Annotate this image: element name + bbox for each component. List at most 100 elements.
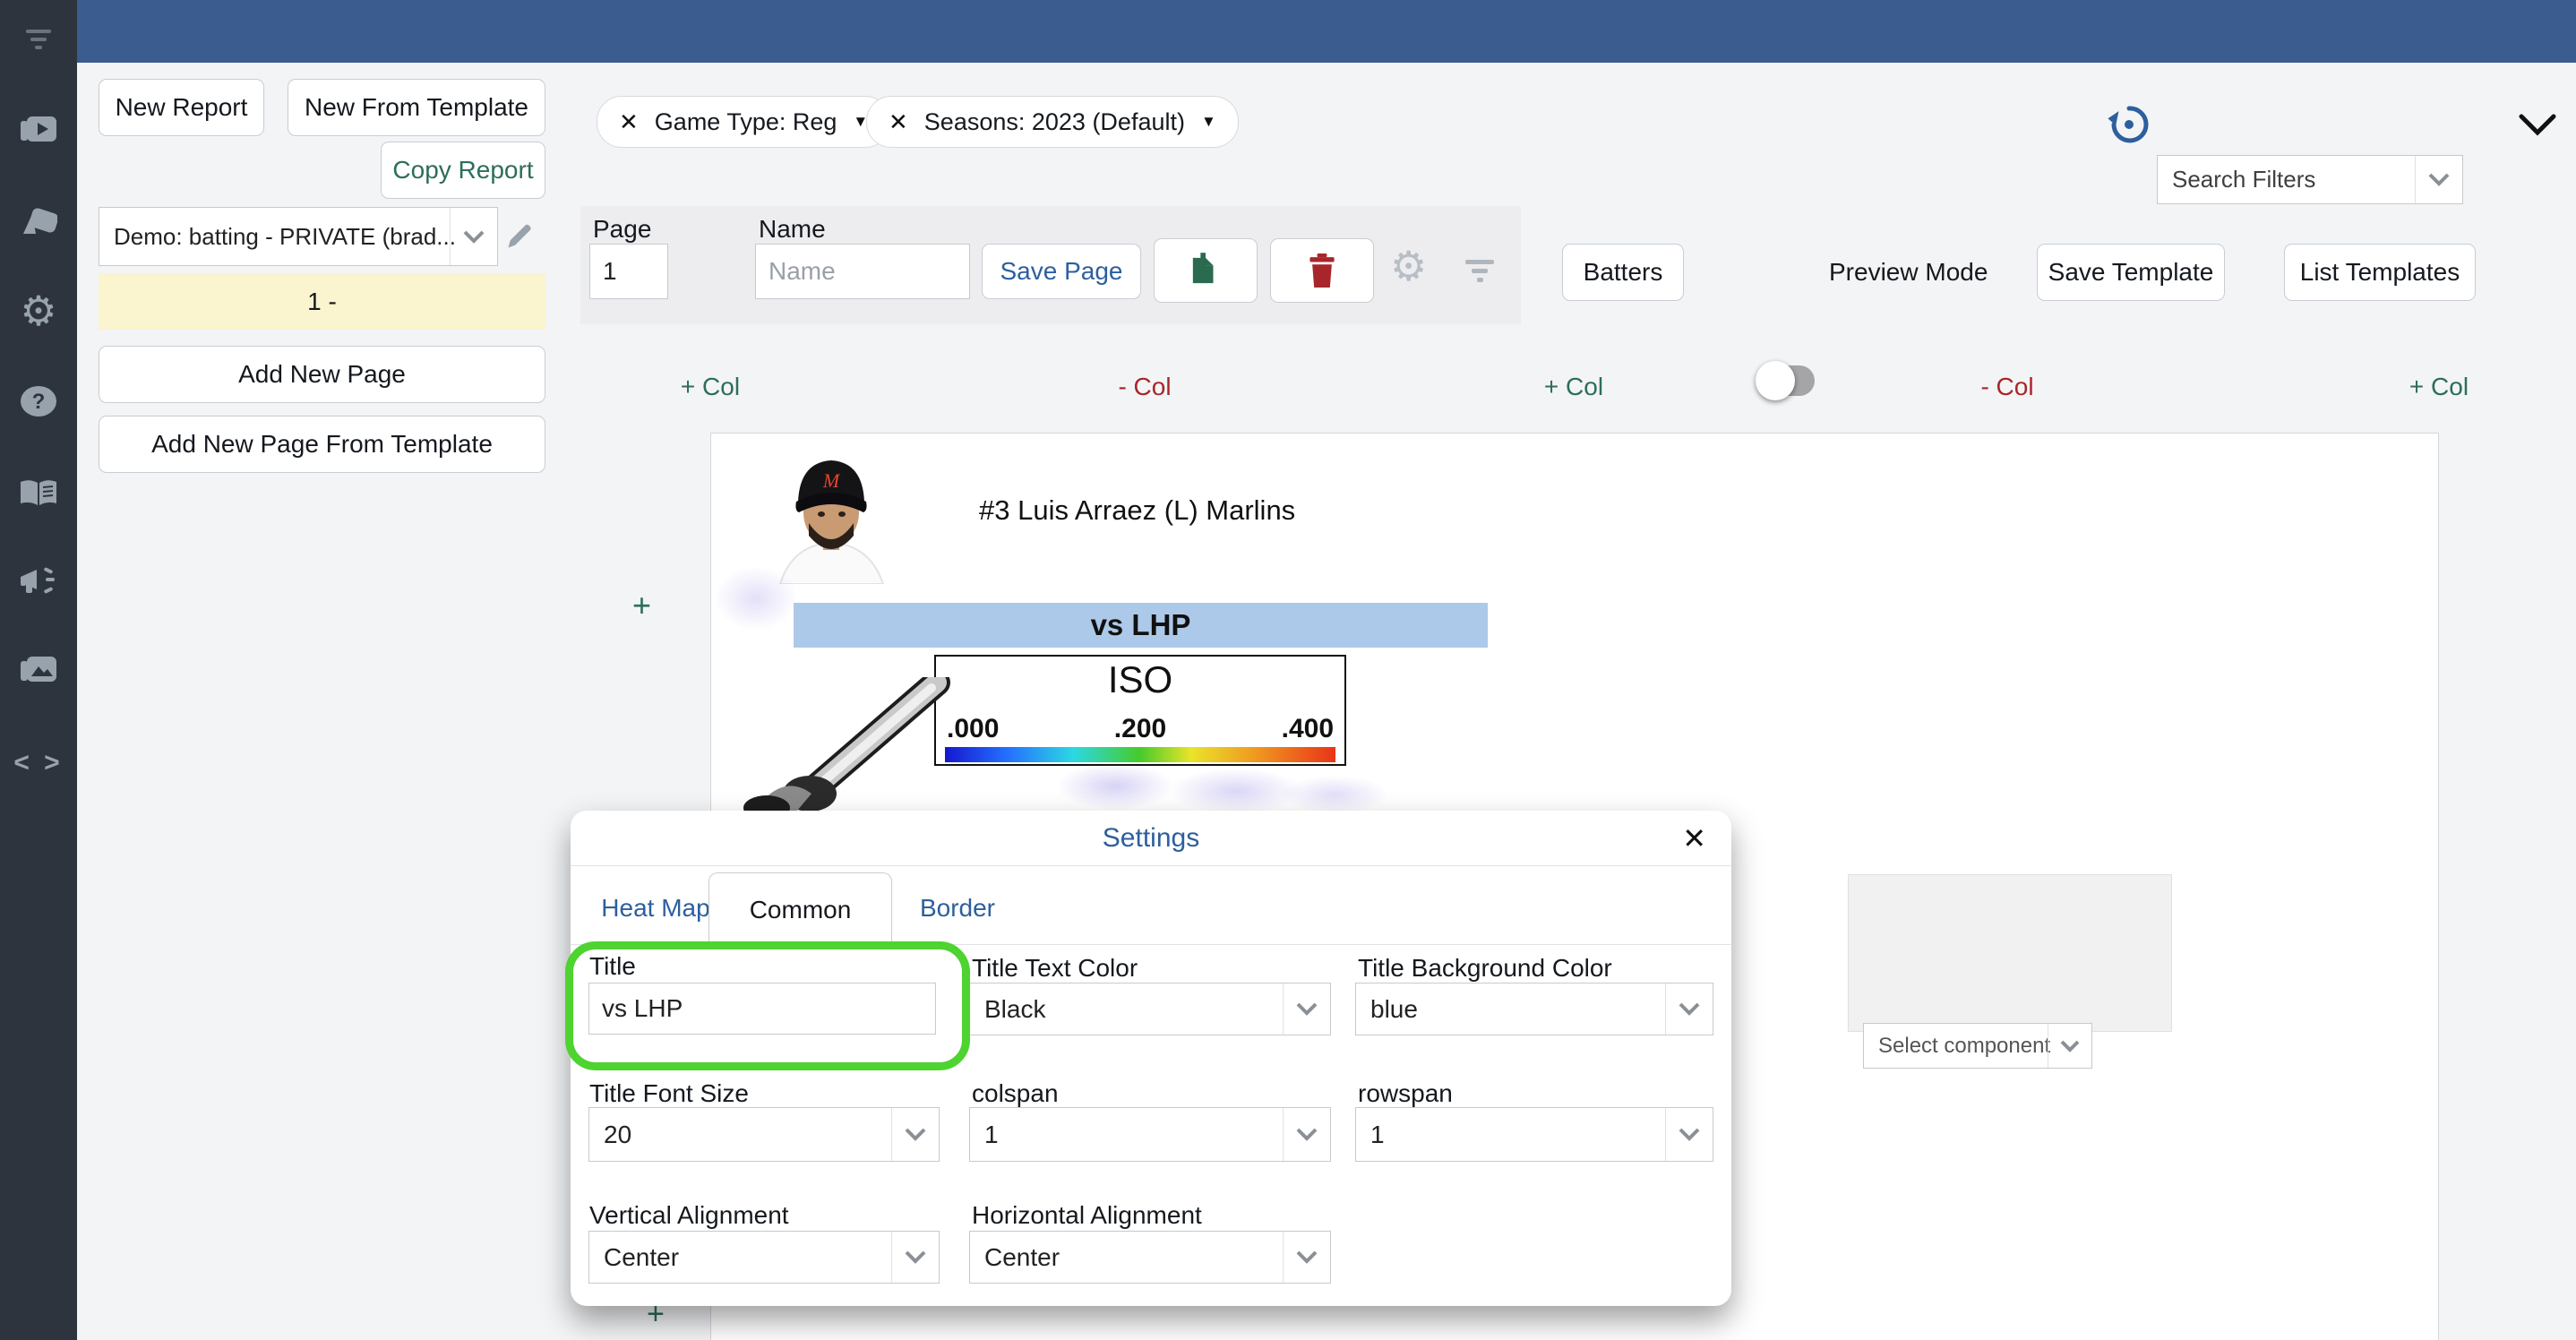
batter-illustration <box>711 677 955 811</box>
save-page-button[interactable]: Save Page <box>982 244 1141 299</box>
collapse-filters-chevron-icon[interactable] <box>2519 114 2556 142</box>
top-navigation-bar <box>77 0 2576 63</box>
page-number-input[interactable] <box>589 244 668 299</box>
select-component-dropdown[interactable]: Select component <box>1863 1023 2092 1069</box>
page-filter-icon[interactable] <box>1462 258 1498 289</box>
page-name-input[interactable] <box>755 244 970 299</box>
remove-filter-icon[interactable]: ✕ <box>889 108 908 136</box>
rowspan-label: rowspan <box>1358 1079 1453 1107</box>
filter-chip-game-type[interactable]: ✕ Game Type: Reg ▼ <box>597 96 891 148</box>
empty-component-cell <box>1848 874 2172 1032</box>
help-question-icon[interactable]: ? <box>0 373 77 430</box>
report-select[interactable]: Demo: batting - PRIVATE (brad... <box>99 207 498 266</box>
app-root: ⚙ ? < > New Report New From Template Cop… <box>0 0 2576 1340</box>
vertical-alignment-label: Vertical Alignment <box>589 1201 789 1229</box>
tab-border[interactable]: Border <box>890 872 1025 944</box>
trash-icon <box>1309 253 1335 288</box>
page-settings-gear-icon[interactable]: ⚙ <box>1390 242 1427 290</box>
svg-text:?: ? <box>32 390 46 414</box>
remove-col-button[interactable]: - Col <box>1953 373 2061 401</box>
heatmap-legend: ISO .000 .200 .400 <box>934 655 1346 766</box>
add-new-page-button[interactable]: Add New Page <box>99 346 545 403</box>
edit-report-pencil-icon[interactable] <box>504 219 537 256</box>
title-text-color-label: Title Text Color <box>972 954 1138 982</box>
title-bg-color-label: Title Background Color <box>1358 954 1612 982</box>
chevron-down-icon <box>450 208 497 265</box>
caret-down-icon: ▼ <box>1200 113 1216 130</box>
title-bg-color-select[interactable]: blue <box>1355 983 1713 1035</box>
rowspan-select[interactable]: 1 <box>1355 1107 1713 1162</box>
add-row-button[interactable]: + <box>632 587 651 624</box>
add-col-button[interactable]: + Col <box>1520 373 1627 401</box>
vertical-alignment-select[interactable]: Center <box>588 1231 940 1284</box>
svg-text:M: M <box>822 469 841 492</box>
title-text-color-value: Black <box>984 994 1046 1023</box>
new-report-button[interactable]: New Report <box>99 79 264 136</box>
title-input[interactable] <box>588 983 936 1035</box>
docs-book-icon[interactable] <box>0 464 77 521</box>
add-new-page-from-template-button[interactable]: Add New Page From Template <box>99 416 545 473</box>
chevron-down-icon <box>1283 1232 1330 1283</box>
copy-report-button[interactable]: Copy Report <box>381 142 545 199</box>
title-font-size-label: Title Font Size <box>589 1079 749 1107</box>
heatmap-title-banner[interactable]: vs LHP <box>794 603 1488 648</box>
duplicate-page-button[interactable] <box>1154 238 1258 303</box>
announcements-megaphone-icon[interactable] <box>0 553 77 610</box>
media-images-icon[interactable] <box>0 641 77 699</box>
preview-mode-toggle[interactable] <box>1756 361 1815 400</box>
tab-common[interactable]: Common <box>708 872 892 946</box>
remove-col-button[interactable]: - Col <box>1091 373 1198 401</box>
history-restore-icon[interactable] <box>2107 102 2151 151</box>
title-font-size-select[interactable]: 20 <box>588 1107 940 1162</box>
copy-icon <box>1192 253 1214 284</box>
colspan-select[interactable]: 1 <box>969 1107 1331 1162</box>
chevron-down-icon <box>891 1232 939 1283</box>
video-library-icon[interactable] <box>0 101 77 159</box>
settings-gear-icon[interactable]: ⚙ <box>0 282 77 339</box>
colspan-value: 1 <box>984 1120 999 1148</box>
horizontal-alignment-label: Horizontal Alignment <box>972 1201 1202 1229</box>
close-icon[interactable]: ✕ <box>1682 821 1706 855</box>
settings-modal: Settings ✕ Heat Map Common Border Title … <box>565 811 1731 1306</box>
chevron-down-icon <box>1283 1108 1330 1161</box>
code-glyph: < > <box>13 748 64 777</box>
title-font-size-value: 20 <box>604 1120 632 1148</box>
report-select-value: Demo: batting - PRIVATE (brad... <box>114 222 456 250</box>
legend-color-scale <box>945 747 1335 762</box>
batters-button[interactable]: Batters <box>1562 244 1684 301</box>
add-col-button[interactable]: + Col <box>657 373 764 401</box>
page-label: Page <box>593 215 652 243</box>
toggle-knob <box>1756 361 1795 400</box>
tab-heat-map[interactable]: Heat Map <box>588 872 723 944</box>
menu-filter-icon[interactable] <box>0 11 77 68</box>
save-template-button[interactable]: Save Template <box>2037 244 2225 301</box>
filter-chip-label: Game Type: Reg <box>654 107 837 135</box>
list-templates-button[interactable]: List Templates <box>2284 244 2476 301</box>
cards-deck-icon[interactable] <box>0 194 77 252</box>
title-text-color-select[interactable]: Black <box>969 983 1331 1035</box>
gear-glyph: ⚙ <box>20 288 57 334</box>
chevron-down-icon <box>2048 1024 2091 1068</box>
new-from-template-button[interactable]: New From Template <box>288 79 545 136</box>
horizontal-alignment-select[interactable]: Center <box>969 1231 1331 1284</box>
search-filters-select[interactable]: Search Filters <box>2157 155 2463 204</box>
horizontal-alignment-value: Center <box>984 1242 1060 1271</box>
filter-chip-seasons[interactable]: ✕ Seasons: 2023 (Default) ▼ <box>866 96 1239 148</box>
chevron-down-icon <box>891 1108 939 1161</box>
gear-glyph: ⚙ <box>1390 243 1428 289</box>
code-icon[interactable]: < > <box>0 734 77 792</box>
modal-header: Settings ✕ <box>571 811 1731 866</box>
page-list-item-1[interactable]: 1 - <box>99 273 545 330</box>
remove-filter-icon[interactable]: ✕ <box>619 108 639 136</box>
delete-page-button[interactable] <box>1270 238 1374 303</box>
rowspan-value: 1 <box>1370 1120 1385 1148</box>
chevron-down-icon <box>2415 156 2462 203</box>
add-col-button[interactable]: + Col <box>2385 373 2493 401</box>
colspan-label: colspan <box>972 1079 1059 1107</box>
chevron-down-icon <box>1283 984 1330 1035</box>
title-bg-color-value: blue <box>1370 994 1418 1023</box>
chevron-down-icon <box>1665 984 1713 1035</box>
player-photo: M <box>759 448 905 588</box>
sidebar: ⚙ ? < > <box>0 0 77 1340</box>
select-component-value: Select component <box>1878 1033 2051 1058</box>
